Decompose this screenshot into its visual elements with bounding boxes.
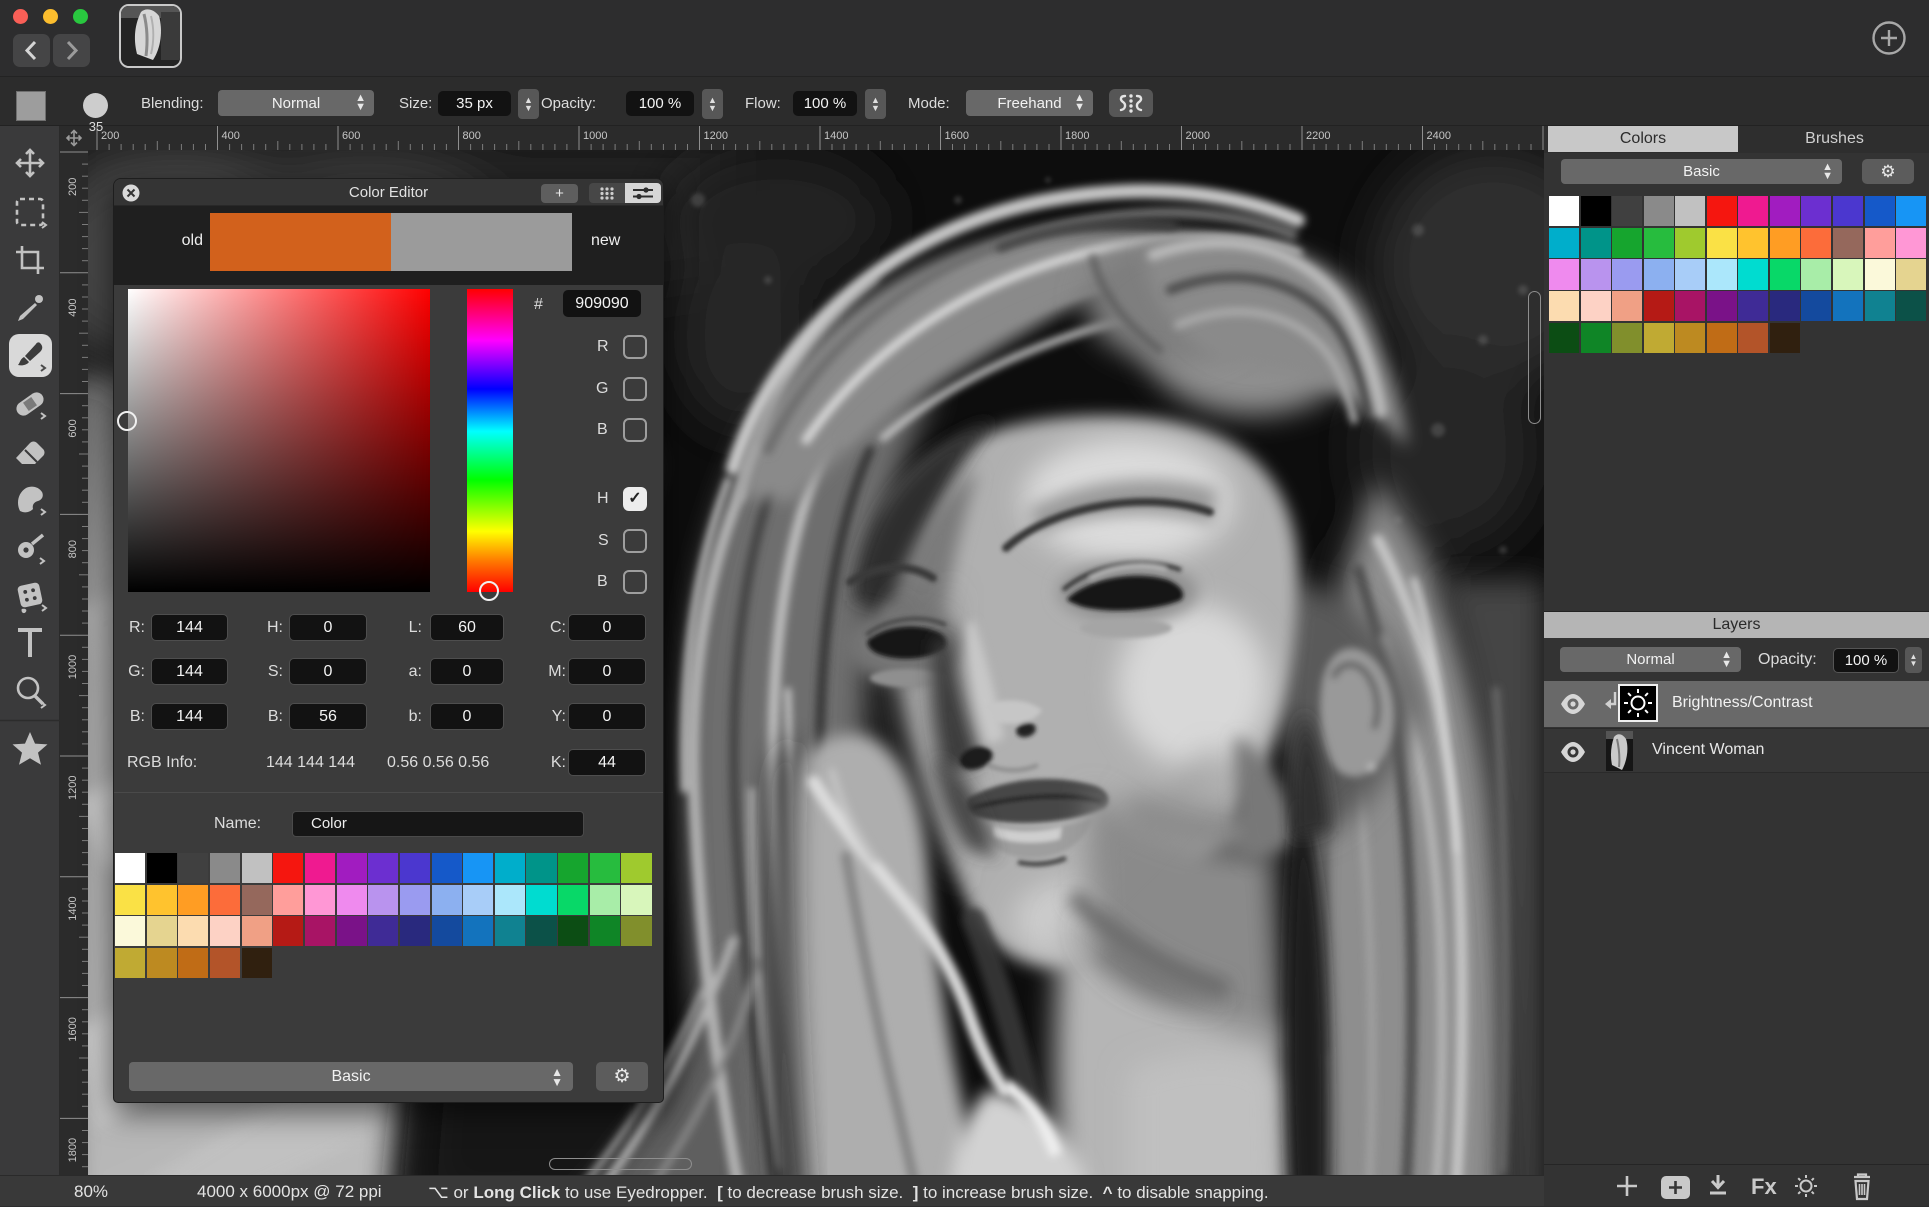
- svg-text:1600: 1600: [945, 130, 969, 142]
- svg-text:2000: 2000: [1186, 130, 1210, 142]
- svg-text:2200: 2200: [1306, 130, 1330, 142]
- svg-text:600: 600: [67, 419, 79, 437]
- svg-text:1200: 1200: [704, 130, 728, 142]
- svg-text:1800: 1800: [67, 1138, 79, 1162]
- svg-text:2400: 2400: [1427, 130, 1451, 142]
- svg-text:1000: 1000: [67, 655, 79, 679]
- svg-text:400: 400: [67, 298, 79, 316]
- svg-text:1200: 1200: [67, 776, 79, 800]
- svg-text:800: 800: [463, 130, 481, 142]
- svg-text:400: 400: [222, 130, 240, 142]
- svg-text:Fx: Fx: [1751, 1174, 1777, 1199]
- svg-text:1400: 1400: [67, 896, 79, 920]
- svg-text:1600: 1600: [67, 1017, 79, 1041]
- svg-text:200: 200: [67, 178, 79, 196]
- svg-text:800: 800: [67, 540, 79, 558]
- svg-text:600: 600: [342, 130, 360, 142]
- svg-text:1800: 1800: [1065, 130, 1089, 142]
- svg-text:1000: 1000: [583, 130, 607, 142]
- svg-text:1400: 1400: [824, 130, 848, 142]
